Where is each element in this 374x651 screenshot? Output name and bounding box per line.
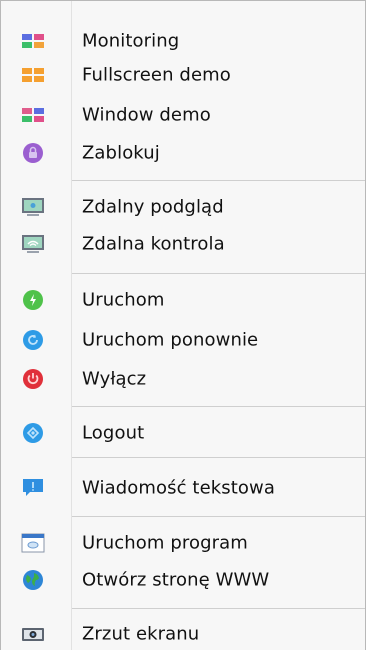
globe-icon <box>21 568 45 592</box>
menu-item-uruchom-ponownie[interactable]: Uruchom ponownie <box>1 323 365 357</box>
menu-item-fullscreen-demo[interactable]: Fullscreen demo <box>1 58 365 92</box>
monitoring-grid-icon <box>21 29 45 53</box>
menu-item-label: Wiadomość tekstowa <box>82 477 275 499</box>
menu-item-window-demo[interactable]: Window demo <box>1 98 365 132</box>
menu-item-label: Otwórz stronę WWW <box>82 569 270 591</box>
menu-item-label: Zdalny podgląd <box>82 196 224 218</box>
menu-item-label: Window demo <box>82 104 211 126</box>
fullscreen-grid-icon <box>21 63 45 87</box>
message-bubble-icon <box>21 476 45 500</box>
menu-item-label: Uruchom ponownie <box>82 329 259 351</box>
menu-separator <box>72 608 365 609</box>
logout-icon <box>21 421 45 445</box>
menu-item-label: Uruchom <box>82 289 165 311</box>
menu-separator <box>72 406 365 407</box>
menu-item-otworz-strone-www[interactable]: Otwórz stronę WWW <box>1 563 365 597</box>
menu-item-zdalna-kontrola[interactable]: Zdalna kontrola <box>1 227 365 261</box>
menu-item-label: Fullscreen demo <box>82 64 231 86</box>
menu-separator <box>72 516 365 517</box>
menu-item-zdalny-podglad[interactable]: Zdalny podgląd <box>1 190 365 224</box>
monitor-view-icon <box>21 195 45 219</box>
menu-item-label: Wyłącz <box>82 368 147 390</box>
menu-item-zablokuj[interactable]: Zablokuj <box>1 136 365 170</box>
menu-item-label: Zablokuj <box>82 142 160 164</box>
window-grid-icon <box>21 103 45 127</box>
menu-item-uruchom[interactable]: Uruchom <box>1 283 365 317</box>
power-off-icon <box>21 367 45 391</box>
menu-item-wylacz[interactable]: Wyłącz <box>1 362 365 396</box>
power-on-icon <box>21 288 45 312</box>
run-program-icon <box>21 531 45 555</box>
restart-icon <box>21 328 45 352</box>
menu-item-wiadomosc-tekstowa[interactable]: Wiadomość tekstowa <box>1 471 365 505</box>
menu-item-label: Logout <box>82 422 145 444</box>
menu-item-label: Zdalna kontrola <box>82 233 225 255</box>
menu-item-label: Uruchom program <box>82 532 248 554</box>
menu-separator <box>72 273 365 274</box>
context-menu: Monitoring Fullscreen demo Window demo Z… <box>0 0 366 650</box>
monitor-control-icon <box>21 232 45 256</box>
menu-item-monitoring[interactable]: Monitoring <box>1 24 365 58</box>
menu-item-uruchom-program[interactable]: Uruchom program <box>1 526 365 560</box>
menu-separator <box>72 457 365 458</box>
camera-icon <box>21 622 45 646</box>
lock-icon <box>21 141 45 165</box>
menu-item-label: Zrzut ekranu <box>82 623 200 645</box>
menu-separator <box>72 180 365 181</box>
menu-item-zrzut-ekranu[interactable]: Zrzut ekranu <box>1 617 365 651</box>
menu-item-logout[interactable]: Logout <box>1 416 365 450</box>
menu-item-label: Monitoring <box>82 30 180 52</box>
